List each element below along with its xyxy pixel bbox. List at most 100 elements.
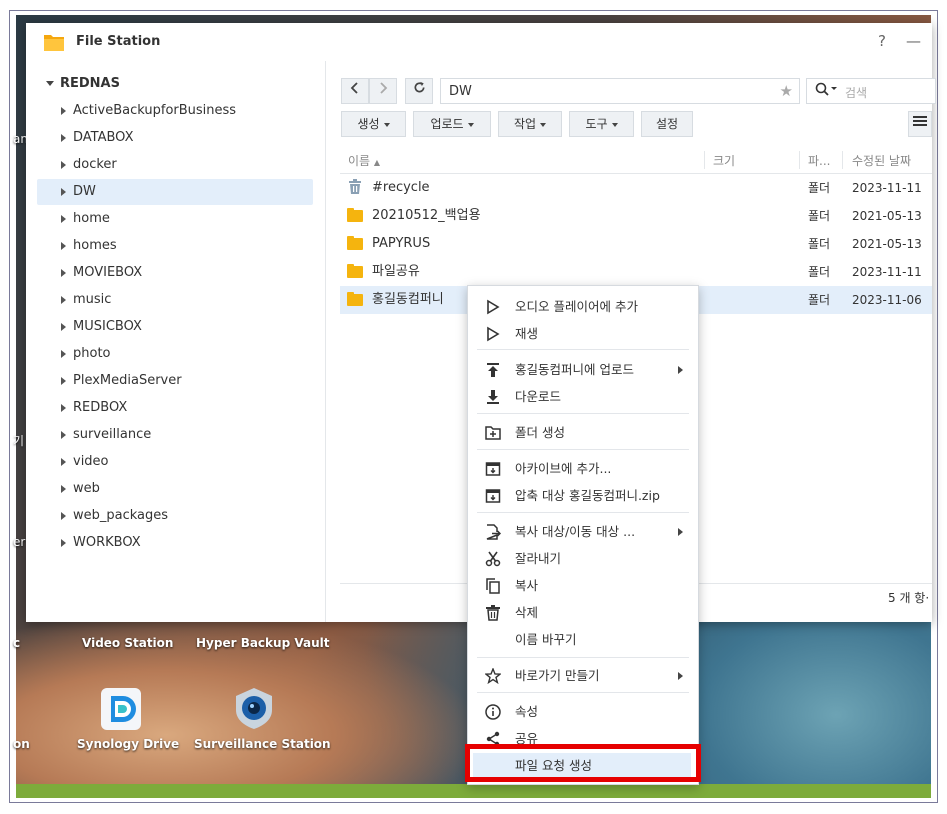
chevron-down-icon bbox=[540, 122, 547, 127]
path-bar[interactable]: DW ★ bbox=[440, 78, 800, 104]
view-menu-button[interactable] bbox=[908, 111, 932, 137]
tree-item[interactable]: video bbox=[37, 449, 313, 475]
tree-item[interactable]: home bbox=[37, 206, 313, 232]
tree-item[interactable]: WORKBOX bbox=[37, 530, 313, 556]
chevron-right-icon[interactable] bbox=[61, 215, 66, 223]
chevron-right-icon[interactable] bbox=[61, 404, 66, 412]
window-titlebar[interactable]: File Station ? — bbox=[26, 23, 932, 61]
tree-item[interactable]: PlexMediaServer bbox=[37, 368, 313, 394]
tree-item-label: surveillance bbox=[73, 427, 152, 442]
desktop-icon-label-surveillance-station[interactable]: Surveillance Station bbox=[194, 737, 331, 751]
table-row[interactable]: 파일공유 폴더 2023-11-11 bbox=[340, 258, 932, 286]
forward-button[interactable] bbox=[369, 78, 397, 104]
tree-item[interactable]: surveillance bbox=[37, 422, 313, 448]
context-menu-item[interactable]: 복사 대상/이동 대상 ... bbox=[473, 519, 691, 545]
context-menu-item[interactable]: 삭제 bbox=[473, 600, 691, 626]
tree-item[interactable]: DATABOX bbox=[37, 125, 313, 151]
tree-item[interactable]: photo bbox=[37, 341, 313, 367]
favorite-star-icon[interactable]: ★ bbox=[780, 82, 793, 100]
star-outline-icon bbox=[484, 667, 502, 685]
context-menu-item[interactable]: 아카이브에 추가... bbox=[473, 456, 691, 482]
back-button[interactable] bbox=[341, 78, 369, 104]
search-input[interactable]: 검색 bbox=[806, 78, 936, 104]
synology-drive-icon[interactable] bbox=[101, 688, 141, 730]
settings-button[interactable]: 설정 bbox=[641, 111, 693, 137]
context-menu-item[interactable]: 재생 bbox=[473, 321, 691, 347]
table-row[interactable]: 20210512_백업용 폴더 2021-05-13 bbox=[340, 202, 932, 230]
refresh-button[interactable] bbox=[405, 78, 433, 104]
chevron-right-icon[interactable] bbox=[61, 296, 66, 304]
column-header-name[interactable]: 이름 ▲ bbox=[348, 152, 380, 169]
tree-item[interactable]: MOVIEBOX bbox=[37, 260, 313, 286]
column-header-type[interactable]: 파... bbox=[808, 152, 830, 169]
hamburger-icon bbox=[913, 116, 927, 126]
file-modified-date: 2023-11-11 bbox=[852, 265, 922, 279]
tree-item[interactable]: DW bbox=[37, 179, 313, 205]
context-menu-item[interactable]: 복사 bbox=[473, 573, 691, 599]
chevron-right-icon[interactable] bbox=[61, 431, 66, 439]
desktop-icon-label-video-station[interactable]: Video Station bbox=[82, 636, 173, 650]
chevron-right-icon[interactable] bbox=[61, 161, 66, 169]
context-menu-item[interactable]: 속성 bbox=[473, 699, 691, 725]
action-button[interactable]: 작업 bbox=[498, 111, 562, 137]
menu-separator bbox=[477, 692, 689, 693]
file-name: #recycle bbox=[372, 180, 430, 195]
chevron-right-icon[interactable] bbox=[61, 539, 66, 547]
item-count: 5 개 항· bbox=[888, 591, 930, 605]
tree-item[interactable]: docker bbox=[37, 152, 313, 178]
create-button[interactable]: 생성 bbox=[341, 111, 406, 137]
chevron-right-icon[interactable] bbox=[61, 134, 66, 142]
context-menu-item-label: 홍길동컴퍼니에 업로드 bbox=[515, 362, 634, 377]
context-menu-item[interactable]: 잘라내기 bbox=[473, 546, 691, 572]
context-menu-item[interactable]: 바로가기 만들기 bbox=[473, 663, 691, 689]
table-row[interactable]: #recycle 폴더 2023-11-11 bbox=[340, 174, 932, 202]
chevron-right-icon[interactable] bbox=[61, 323, 66, 331]
table-row[interactable]: PAPYRUS 폴더 2021-05-13 bbox=[340, 230, 932, 258]
chevron-right-icon[interactable] bbox=[61, 512, 66, 520]
column-header-size[interactable]: 크기 bbox=[713, 152, 735, 169]
chevron-down-icon bbox=[383, 122, 390, 127]
chevron-right-icon[interactable] bbox=[61, 107, 66, 115]
desktop-icon-label-hyper-backup-vault[interactable]: Hyper Backup Vault bbox=[196, 636, 329, 650]
column-header-modified[interactable]: 수정된 날짜 bbox=[852, 152, 911, 169]
upload-button[interactable]: 업로드 bbox=[413, 111, 491, 137]
context-menu-item[interactable]: 이름 바꾸기 bbox=[473, 627, 691, 653]
play-outline-icon bbox=[485, 299, 501, 315]
context-menu-item-label: 이름 바꾸기 bbox=[515, 632, 577, 647]
desktop-edge-text: c bbox=[13, 636, 21, 650]
tree-root-label[interactable]: REDNAS bbox=[60, 76, 120, 91]
tree-item-label: web bbox=[73, 481, 100, 496]
context-menu-item[interactable]: 폴더 생성 bbox=[473, 420, 691, 446]
tree-item[interactable]: web_packages bbox=[37, 503, 313, 529]
tree-item[interactable]: MUSICBOX bbox=[37, 314, 313, 340]
tree-item[interactable]: ActiveBackupforBusiness bbox=[37, 98, 313, 124]
tree-item-label: MOVIEBOX bbox=[73, 265, 143, 280]
chevron-right-icon[interactable] bbox=[61, 485, 66, 493]
tree-root-chevron-down-icon[interactable] bbox=[46, 81, 54, 86]
chevron-right-icon[interactable] bbox=[61, 377, 66, 385]
chevron-right-icon[interactable] bbox=[61, 458, 66, 466]
minimize-button[interactable]: — bbox=[906, 32, 921, 50]
chevron-right-icon[interactable] bbox=[61, 242, 66, 250]
tools-button[interactable]: 도구 bbox=[569, 111, 634, 137]
column-divider bbox=[704, 151, 705, 169]
tree-item[interactable]: web bbox=[37, 476, 313, 502]
context-menu-item[interactable]: 다운로드 bbox=[473, 384, 691, 410]
folder-icon bbox=[347, 292, 363, 306]
context-menu-item[interactable]: 홍길동컴퍼니에 업로드 bbox=[473, 357, 691, 383]
tree-item[interactable]: homes bbox=[37, 233, 313, 259]
chevron-right-icon[interactable] bbox=[61, 269, 66, 277]
chevron-right-icon[interactable] bbox=[61, 350, 66, 358]
upload-label: 업로드 bbox=[430, 117, 464, 131]
context-menu-item[interactable]: 오디오 플레이어에 추가 bbox=[473, 294, 691, 320]
tree-item[interactable]: REDBOX bbox=[37, 395, 313, 421]
chevron-right-icon[interactable] bbox=[61, 188, 66, 196]
search-icon[interactable] bbox=[815, 82, 839, 100]
desktop-icon-label-synology-drive[interactable]: Synology Drive bbox=[77, 737, 179, 751]
tree-item[interactable]: music bbox=[37, 287, 313, 313]
help-button[interactable]: ? bbox=[878, 32, 886, 50]
context-menu-item[interactable]: 압축 대상 홍길동컴퍼니.zip bbox=[473, 483, 691, 509]
menu-separator bbox=[477, 349, 689, 350]
surveillance-station-icon[interactable] bbox=[232, 686, 272, 729]
tree-item-label: video bbox=[73, 454, 109, 469]
